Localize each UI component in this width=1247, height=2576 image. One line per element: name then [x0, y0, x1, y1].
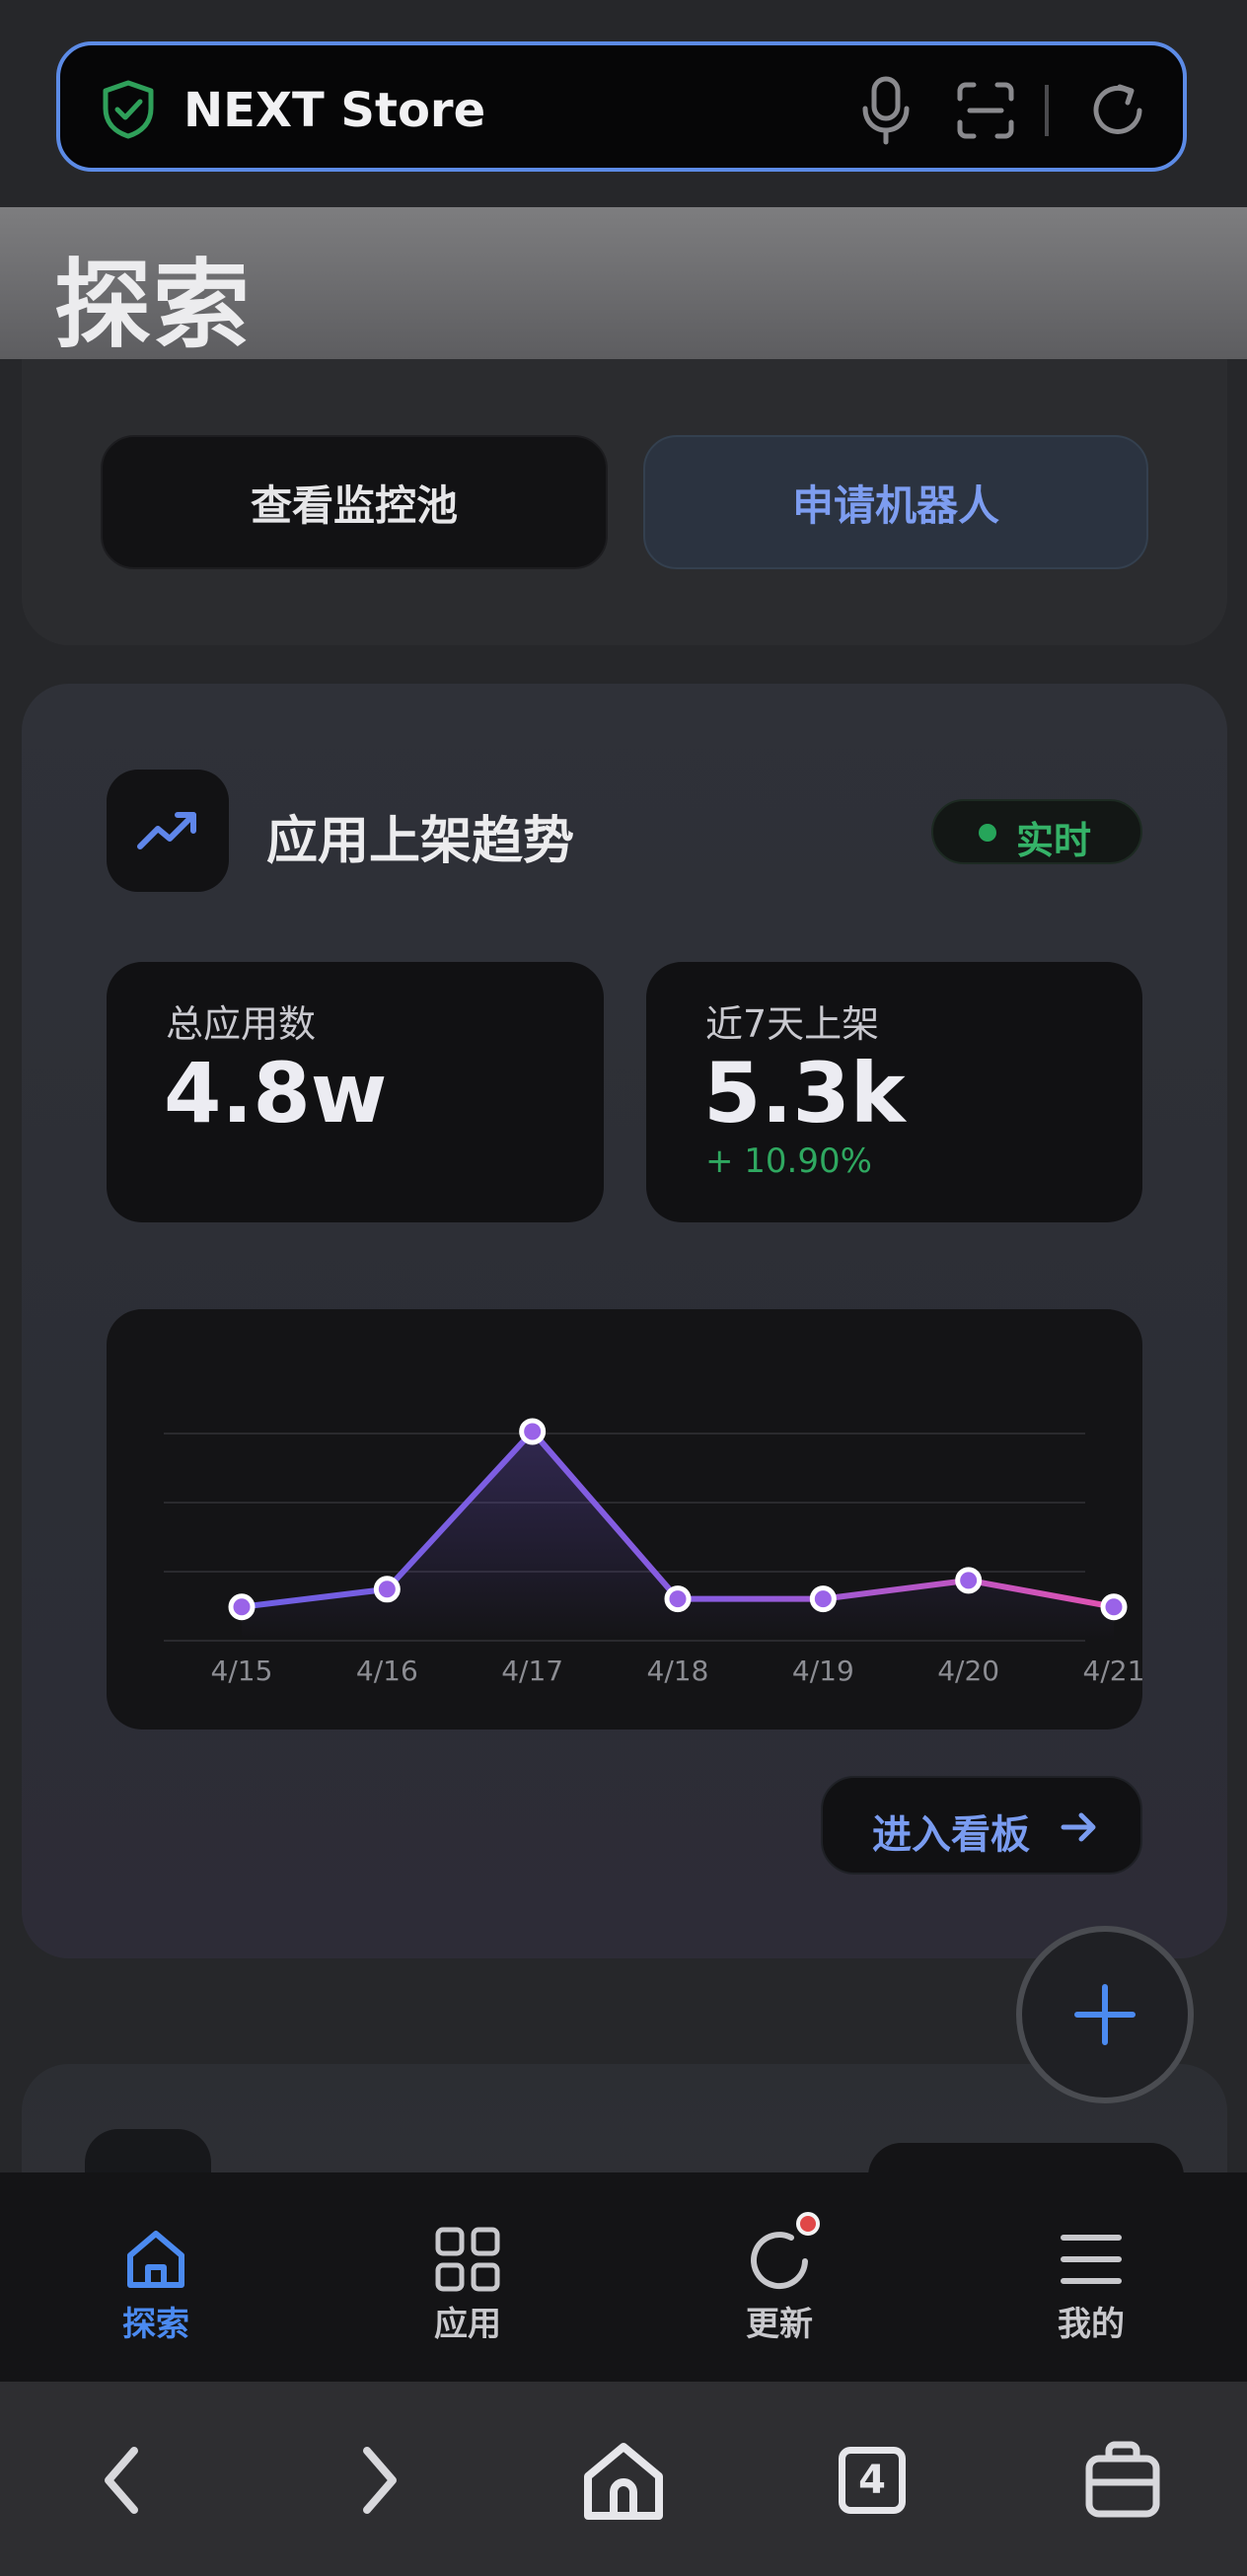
data-point	[228, 1593, 256, 1621]
total-apps-stat: 总应用数 4.8w	[107, 962, 604, 1222]
home-icon[interactable]	[576, 2433, 671, 2528]
week-listed-stat: 近7天上架 5.3k + 10.90%	[646, 962, 1142, 1222]
data-point	[1100, 1593, 1128, 1621]
live-dot	[979, 824, 996, 842]
menu-icon	[1061, 2235, 1122, 2284]
tab-count: 4	[858, 2458, 886, 2503]
data-point	[809, 1585, 837, 1613]
bottom-tab-bar: 探索 应用 更新 我的	[0, 2172, 1247, 2382]
data-point	[373, 1576, 401, 1603]
data-point	[955, 1567, 983, 1594]
tab-explore[interactable]: 探索	[0, 2172, 312, 2382]
reload-icon[interactable]	[1086, 79, 1149, 142]
tab-label: 应用	[434, 2305, 501, 2344]
live-badge: 实时	[931, 799, 1142, 864]
trend-icon-box	[107, 770, 229, 892]
stat-change: + 10.90%	[705, 1141, 872, 1181]
series-line	[241, 1428, 1115, 1610]
arrow-right-icon	[1061, 1812, 1096, 1842]
x-tick-label: 4/21	[1083, 1655, 1142, 1687]
page-title: 探索	[54, 250, 253, 362]
apps-grid-icon	[435, 2227, 500, 2292]
stat-value: 5.3k	[703, 1045, 906, 1141]
stat-value: 4.8w	[164, 1045, 388, 1141]
tab-mine[interactable]: 我的	[935, 2172, 1247, 2382]
tab-updates[interactable]: 更新	[624, 2172, 935, 2382]
tab-label: 我的	[1058, 2305, 1125, 2344]
x-tick-label: 4/18	[647, 1655, 709, 1687]
data-point	[664, 1585, 692, 1613]
enter-dashboard-button[interactable]: 进入看板	[821, 1776, 1142, 1875]
stat-label: 近7天上架	[705, 1002, 880, 1046]
shield-check-icon	[103, 80, 154, 139]
page-header: 探索	[0, 207, 1247, 362]
update-badge	[796, 2212, 820, 2236]
dashboard-label: 进入看板	[872, 1812, 1030, 1858]
x-tick-label: 4/17	[501, 1655, 563, 1687]
add-fab-button[interactable]	[1016, 1926, 1194, 2103]
x-tick-label: 4/20	[937, 1655, 999, 1687]
divider	[1045, 85, 1049, 136]
system-nav-bar: 4	[0, 2382, 1247, 2576]
trend-chart: 4/15 4/16 4/17 4/18 4/19 4/20 4/21	[107, 1309, 1144, 1730]
scan-icon[interactable]	[956, 81, 1015, 140]
trend-chart-svg: 4/15 4/16 4/17 4/18 4/19 4/20 4/21	[164, 1418, 1144, 1687]
trending-up-icon	[137, 812, 196, 849]
x-tick-label: 4/19	[792, 1655, 854, 1687]
x-tick-label: 4/15	[211, 1655, 273, 1687]
data-point	[519, 1418, 547, 1445]
apply-robot-button[interactable]: 申请机器人	[643, 435, 1148, 569]
address-bar[interactable]: NEXT Store	[56, 41, 1187, 172]
bag-icon[interactable]	[1075, 2433, 1170, 2528]
site-title: NEXT Store	[183, 83, 486, 138]
forward-icon[interactable]	[330, 2433, 424, 2528]
stat-label: 总应用数	[166, 1002, 317, 1046]
back-icon[interactable]	[77, 2433, 172, 2528]
tab-label: 更新	[746, 2305, 813, 2344]
plus-icon	[1074, 1984, 1136, 2045]
microphone-icon[interactable]	[859, 75, 913, 146]
x-tick-label: 4/16	[356, 1655, 418, 1687]
tabs-button[interactable]: 4	[825, 2433, 919, 2528]
view-monitor-pool-button[interactable]: 查看监控池	[101, 435, 608, 569]
tab-label: 探索	[122, 2305, 189, 2344]
home-icon	[127, 2231, 184, 2288]
tab-apps[interactable]: 应用	[312, 2172, 624, 2382]
live-label: 实时	[1016, 819, 1092, 862]
trend-title: 应用上架趋势	[266, 812, 575, 871]
